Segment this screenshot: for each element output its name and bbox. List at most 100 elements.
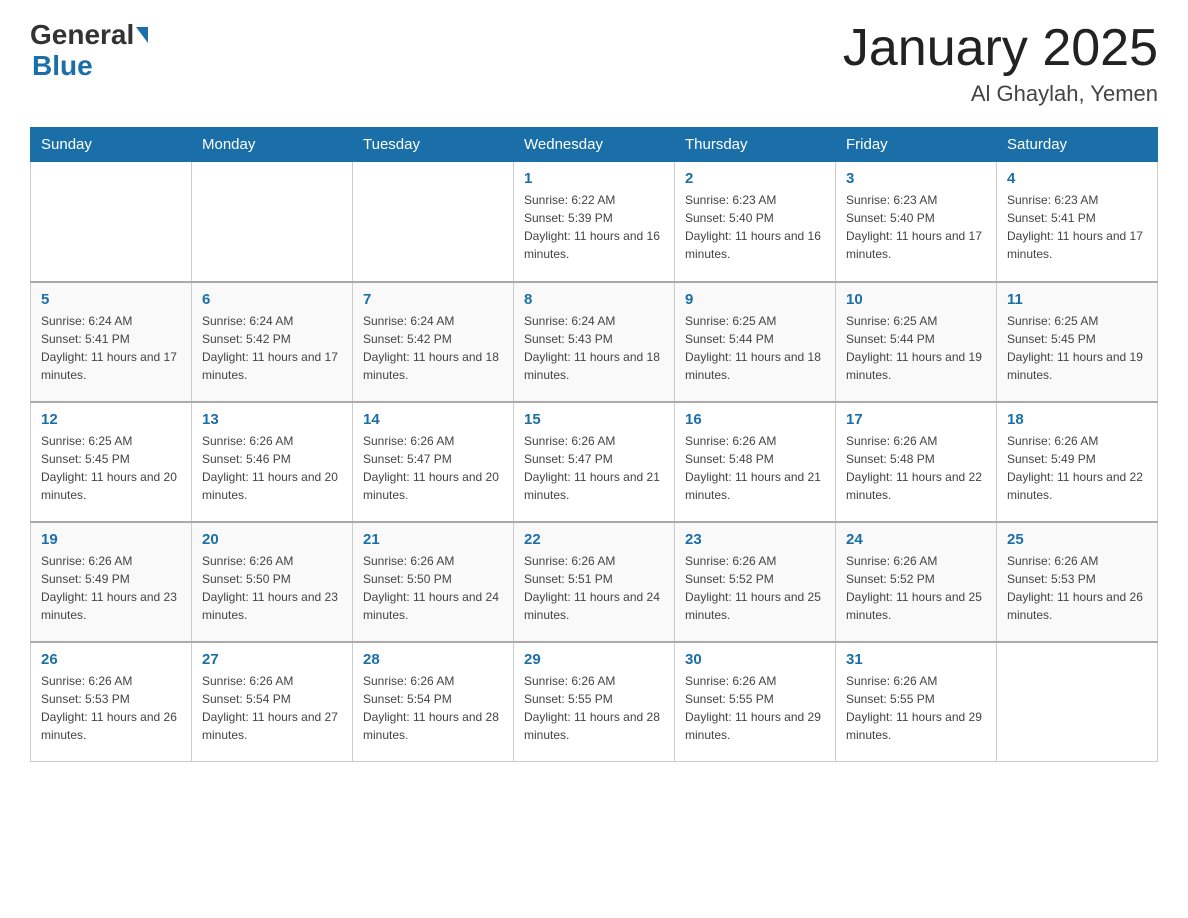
day-info: Sunrise: 6:22 AMSunset: 5:39 PMDaylight:…: [524, 191, 664, 263]
day-number: 12: [41, 411, 181, 428]
calendar-cell: 7Sunrise: 6:24 AMSunset: 5:42 PMDaylight…: [353, 282, 514, 402]
day-number: 18: [1007, 411, 1147, 428]
calendar-cell: 8 Sunrise: 6:24 AMSunset: 5:43 PMDaylight…: [514, 282, 675, 402]
calendar-week-row: 26 Sunrise: 6:26 AMSunset: 5:53 PMDayligh…: [31, 642, 1158, 762]
day-info: Sunrise: 6:25 AMSunset: 5:45 PMDaylight:…: [41, 432, 181, 504]
weekday-header-sunday: Sunday: [31, 128, 192, 162]
weekday-header-saturday: Saturday: [997, 128, 1158, 162]
day-number: 11: [1007, 291, 1147, 308]
day-info: Sunrise: 6:26 AMSunset: 5:49 PMDaylight:…: [1007, 432, 1147, 504]
day-number: 4: [1007, 170, 1147, 187]
day-number: 28: [363, 651, 503, 668]
calendar-cell: [192, 162, 353, 282]
weekday-header-row: SundayMondayTuesdayWednesdayThursdayFrid…: [31, 128, 1158, 162]
page-header: General Blue January 2025 Al Ghaylah, Ye…: [30, 20, 1158, 107]
calendar-cell: 26 Sunrise: 6:26 AMSunset: 5:53 PMDayligh…: [31, 642, 192, 762]
day-info: Sunrise: 6:26 AMSunset: 5:48 PMDaylight:…: [685, 432, 825, 504]
day-number: 26: [41, 651, 181, 668]
calendar-cell: 11Sunrise: 6:25 AMSunset: 5:45 PMDayligh…: [997, 282, 1158, 402]
day-number: 17: [846, 411, 986, 428]
day-info: Sunrise: 6:26 AMSunset: 5:48 PMDaylight:…: [846, 432, 986, 504]
day-number: 20: [202, 531, 342, 548]
day-number: 29: [524, 651, 664, 668]
weekday-header-thursday: Thursday: [675, 128, 836, 162]
day-info: Sunrise: 6:26 AMSunset: 5:52 PMDaylight:…: [685, 552, 825, 624]
calendar-cell: 3Sunrise: 6:23 AMSunset: 5:40 PMDaylight…: [836, 162, 997, 282]
day-number: 14: [363, 411, 503, 428]
calendar-cell: 18 Sunrise: 6:26 AMSunset: 5:49 PMDayligh…: [997, 402, 1158, 522]
calendar-cell: 27 Sunrise: 6:26 AMSunset: 5:54 PMDayligh…: [192, 642, 353, 762]
day-info: Sunrise: 6:26 AMSunset: 5:53 PMDaylight:…: [1007, 552, 1147, 624]
calendar-cell: 30 Sunrise: 6:26 AMSunset: 5:55 PMDayligh…: [675, 642, 836, 762]
day-info: Sunrise: 6:26 AMSunset: 5:54 PMDaylight:…: [363, 672, 503, 744]
day-number: 15: [524, 411, 664, 428]
day-number: 27: [202, 651, 342, 668]
calendar-cell: 4 Sunrise: 6:23 AMSunset: 5:41 PMDaylight…: [997, 162, 1158, 282]
calendar-cell: 23 Sunrise: 6:26 AMSunset: 5:52 PMDayligh…: [675, 522, 836, 642]
day-number: 22: [524, 531, 664, 548]
day-info: Sunrise: 6:26 AMSunset: 5:49 PMDaylight:…: [41, 552, 181, 624]
day-info: Sunrise: 6:25 AMSunset: 5:44 PMDaylight:…: [685, 312, 825, 384]
day-info: Sunrise: 6:26 AMSunset: 5:53 PMDaylight:…: [41, 672, 181, 744]
day-number: 8: [524, 291, 664, 308]
day-info: Sunrise: 6:24 AMSunset: 5:42 PMDaylight:…: [202, 312, 342, 384]
calendar-cell: 16Sunrise: 6:26 AMSunset: 5:48 PMDayligh…: [675, 402, 836, 522]
calendar-cell: 28 Sunrise: 6:26 AMSunset: 5:54 PMDayligh…: [353, 642, 514, 762]
calendar-cell: 24Sunrise: 6:26 AMSunset: 5:52 PMDayligh…: [836, 522, 997, 642]
day-info: Sunrise: 6:26 AMSunset: 5:47 PMDaylight:…: [363, 432, 503, 504]
day-number: 24: [846, 531, 986, 548]
calendar-cell: 31Sunrise: 6:26 AMSunset: 5:55 PMDayligh…: [836, 642, 997, 762]
calendar-cell: 10 Sunrise: 6:25 AMSunset: 5:44 PMDayligh…: [836, 282, 997, 402]
day-info: Sunrise: 6:26 AMSunset: 5:51 PMDaylight:…: [524, 552, 664, 624]
calendar-cell: 13 Sunrise: 6:26 AMSunset: 5:46 PMDayligh…: [192, 402, 353, 522]
calendar-table: SundayMondayTuesdayWednesdayThursdayFrid…: [30, 127, 1158, 762]
day-info: Sunrise: 6:26 AMSunset: 5:54 PMDaylight:…: [202, 672, 342, 744]
weekday-header-tuesday: Tuesday: [353, 128, 514, 162]
calendar-cell: 19 Sunrise: 6:26 AMSunset: 5:49 PMDayligh…: [31, 522, 192, 642]
day-number: 19: [41, 531, 181, 548]
title-block: January 2025 Al Ghaylah, Yemen: [843, 20, 1158, 107]
weekday-header-monday: Monday: [192, 128, 353, 162]
calendar-cell: 14 Sunrise: 6:26 AMSunset: 5:47 PMDayligh…: [353, 402, 514, 522]
calendar-subtitle: Al Ghaylah, Yemen: [843, 81, 1158, 107]
calendar-cell: [997, 642, 1158, 762]
day-number: 6: [202, 291, 342, 308]
calendar-cell: [353, 162, 514, 282]
calendar-cell: 21Sunrise: 6:26 AMSunset: 5:50 PMDayligh…: [353, 522, 514, 642]
logo-text-general: General: [30, 20, 134, 51]
day-number: 2: [685, 170, 825, 187]
day-info: Sunrise: 6:26 AMSunset: 5:55 PMDaylight:…: [685, 672, 825, 744]
day-number: 1: [524, 170, 664, 187]
day-info: Sunrise: 6:26 AMSunset: 5:55 PMDaylight:…: [846, 672, 986, 744]
calendar-cell: 2 Sunrise: 6:23 AMSunset: 5:40 PMDaylight…: [675, 162, 836, 282]
calendar-week-row: 1 Sunrise: 6:22 AMSunset: 5:39 PMDaylight…: [31, 162, 1158, 282]
calendar-cell: [31, 162, 192, 282]
day-info: Sunrise: 6:26 AMSunset: 5:47 PMDaylight:…: [524, 432, 664, 504]
calendar-cell: 5Sunrise: 6:24 AMSunset: 5:41 PMDaylight…: [31, 282, 192, 402]
calendar-cell: 20Sunrise: 6:26 AMSunset: 5:50 PMDayligh…: [192, 522, 353, 642]
day-info: Sunrise: 6:26 AMSunset: 5:46 PMDaylight:…: [202, 432, 342, 504]
day-info: Sunrise: 6:24 AMSunset: 5:43 PMDaylight:…: [524, 312, 664, 384]
day-info: Sunrise: 6:23 AMSunset: 5:41 PMDaylight:…: [1007, 191, 1147, 263]
day-info: Sunrise: 6:24 AMSunset: 5:42 PMDaylight:…: [363, 312, 503, 384]
day-number: 23: [685, 531, 825, 548]
day-number: 13: [202, 411, 342, 428]
day-number: 25: [1007, 531, 1147, 548]
calendar-cell: 17 Sunrise: 6:26 AMSunset: 5:48 PMDayligh…: [836, 402, 997, 522]
weekday-header-friday: Friday: [836, 128, 997, 162]
day-info: Sunrise: 6:25 AMSunset: 5:44 PMDaylight:…: [846, 312, 986, 384]
day-number: 21: [363, 531, 503, 548]
calendar-cell: 1 Sunrise: 6:22 AMSunset: 5:39 PMDaylight…: [514, 162, 675, 282]
weekday-header-wednesday: Wednesday: [514, 128, 675, 162]
logo-arrow-icon: [136, 27, 148, 43]
calendar-cell: 9 Sunrise: 6:25 AMSunset: 5:44 PMDaylight…: [675, 282, 836, 402]
day-number: 9: [685, 291, 825, 308]
day-number: 30: [685, 651, 825, 668]
day-number: 5: [41, 291, 181, 308]
calendar-cell: 15 Sunrise: 6:26 AMSunset: 5:47 PMDayligh…: [514, 402, 675, 522]
day-number: 10: [846, 291, 986, 308]
day-info: Sunrise: 6:23 AMSunset: 5:40 PMDaylight:…: [685, 191, 825, 263]
calendar-cell: 12 Sunrise: 6:25 AMSunset: 5:45 PMDayligh…: [31, 402, 192, 522]
calendar-week-row: 12 Sunrise: 6:25 AMSunset: 5:45 PMDayligh…: [31, 402, 1158, 522]
logo: General Blue: [30, 20, 148, 82]
